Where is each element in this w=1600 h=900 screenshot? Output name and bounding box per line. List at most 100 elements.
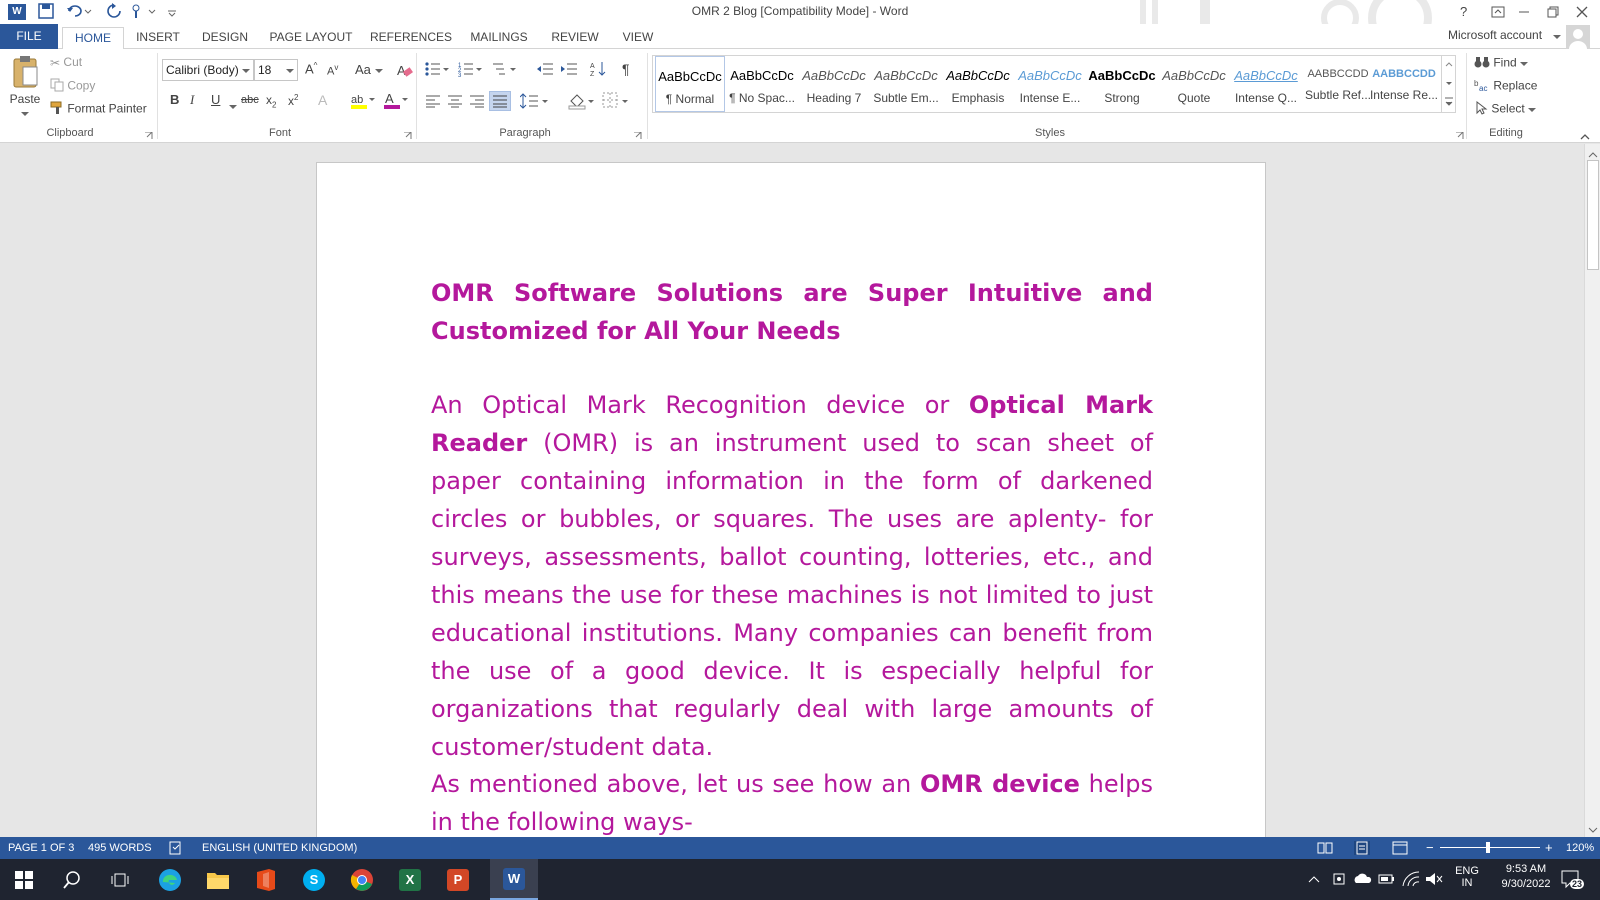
copy-button[interactable]: Copy bbox=[50, 78, 95, 95]
style-heading-7[interactable]: AaBbCcDc Heading 7 bbox=[799, 56, 869, 112]
increase-indent-icon[interactable] bbox=[560, 61, 578, 77]
style-intense-emphasis[interactable]: AaBbCcDc Intense E... bbox=[1015, 56, 1085, 112]
scroll-down-icon[interactable] bbox=[1588, 824, 1598, 838]
font-family-combo[interactable]: Calibri (Body) bbox=[162, 59, 254, 81]
style-strong[interactable]: AaBbCcDc Strong bbox=[1087, 56, 1157, 112]
taskbar-excel[interactable]: X bbox=[386, 859, 434, 900]
taskbar-chrome[interactable] bbox=[338, 859, 386, 900]
start-button[interactable] bbox=[0, 859, 48, 900]
notifications-button[interactable]: 23 bbox=[1560, 869, 1586, 891]
style-no-spacing[interactable]: AaBbCcDc ¶ No Spac... bbox=[727, 56, 797, 112]
close-icon[interactable] bbox=[1574, 4, 1590, 20]
decrease-indent-icon[interactable] bbox=[536, 61, 554, 77]
tab-mailings[interactable]: MAILINGS bbox=[466, 27, 532, 49]
font-launcher-icon[interactable] bbox=[404, 129, 412, 139]
vertical-scrollbar[interactable] bbox=[1584, 144, 1600, 837]
page-count[interactable]: PAGE 1 OF 3 bbox=[8, 842, 74, 854]
sort-icon[interactable]: AZ bbox=[590, 61, 608, 78]
read-mode-icon[interactable] bbox=[1317, 841, 1333, 855]
find-button[interactable]: Find bbox=[1474, 55, 1529, 72]
search-button[interactable] bbox=[48, 859, 96, 900]
document-page[interactable]: OMR Software Solutions are Super Intuiti… bbox=[316, 162, 1266, 837]
taskbar-skype[interactable]: S bbox=[290, 859, 338, 900]
align-center-icon[interactable] bbox=[447, 94, 463, 108]
cut-button[interactable]: ✂ Cut bbox=[50, 55, 82, 70]
style-intense-reference[interactable]: AABBCCDD Intense Re... bbox=[1369, 56, 1439, 112]
paragraph-launcher-icon[interactable] bbox=[634, 129, 642, 139]
align-right-icon[interactable] bbox=[469, 94, 485, 108]
style-normal[interactable]: AaBbCcDc ¶ Normal bbox=[655, 56, 725, 112]
style-subtle-reference[interactable]: AABBCCDD Subtle Ref... bbox=[1303, 56, 1373, 112]
show-formatting-marks-icon[interactable]: ¶ bbox=[622, 61, 636, 77]
styles-scroll[interactable] bbox=[1442, 55, 1456, 113]
font-size-combo[interactable]: 18 bbox=[254, 59, 298, 81]
paste-button[interactable]: Paste bbox=[8, 55, 42, 119]
borders-icon[interactable] bbox=[602, 92, 632, 110]
taskbar-office[interactable] bbox=[242, 859, 290, 900]
web-layout-icon[interactable] bbox=[1392, 841, 1408, 855]
account-dropdown-icon[interactable] bbox=[1553, 30, 1561, 39]
select-button[interactable]: Select bbox=[1474, 100, 1537, 118]
multilevel-list-icon[interactable] bbox=[492, 61, 518, 77]
wifi-icon[interactable] bbox=[1402, 871, 1420, 890]
clock[interactable]: 9:53 AM 9/30/2022 bbox=[1486, 863, 1566, 890]
show-hidden-icons[interactable] bbox=[1308, 873, 1320, 887]
taskbar-word[interactable]: W bbox=[490, 859, 538, 900]
tab-references[interactable]: REFERENCES bbox=[370, 27, 452, 49]
bold-button[interactable]: B bbox=[170, 92, 179, 107]
style-emphasis[interactable]: AaBbCcDc Emphasis bbox=[943, 56, 1013, 112]
underline-dropdown-icon[interactable] bbox=[229, 99, 237, 113]
replace-button[interactable]: b ac Replace bbox=[1474, 78, 1537, 95]
zoom-level[interactable]: 120% bbox=[1566, 842, 1594, 854]
style-intense-quote[interactable]: AaBbCcDc Intense Q... bbox=[1231, 56, 1301, 112]
zoom-in-icon[interactable]: + bbox=[1545, 840, 1553, 855]
format-painter-button[interactable]: Format Painter bbox=[50, 101, 147, 118]
clipboard-launcher-icon[interactable] bbox=[145, 129, 153, 139]
style-subtle-emphasis[interactable]: AaBbCcDc Subtle Em... bbox=[871, 56, 941, 112]
word-count[interactable]: 495 WORDS bbox=[88, 842, 152, 854]
print-layout-icon[interactable] bbox=[1354, 841, 1370, 855]
highlight-icon[interactable]: ab bbox=[351, 91, 377, 111]
task-view-button[interactable] bbox=[96, 859, 144, 900]
change-case-button[interactable]: Aa bbox=[355, 62, 383, 77]
proofing-icon[interactable] bbox=[169, 841, 183, 855]
underline-button[interactable]: U bbox=[211, 92, 220, 107]
tab-home[interactable]: HOME bbox=[62, 27, 124, 50]
justify-icon[interactable] bbox=[489, 91, 511, 111]
align-left-icon[interactable] bbox=[425, 94, 441, 108]
style-quote[interactable]: AaBbCcDc Quote bbox=[1159, 56, 1229, 112]
battery-icon[interactable] bbox=[1378, 872, 1396, 889]
tab-review[interactable]: REVIEW bbox=[548, 27, 602, 49]
collapse-ribbon-icon[interactable] bbox=[1580, 129, 1590, 140]
tab-page-layout[interactable]: PAGE LAYOUT bbox=[266, 27, 356, 49]
scroll-up-icon[interactable] bbox=[1588, 147, 1598, 161]
onedrive-icon[interactable] bbox=[1353, 871, 1373, 890]
numbering-icon[interactable]: 123 bbox=[458, 61, 484, 79]
avatar[interactable] bbox=[1566, 25, 1590, 49]
font-color-icon[interactable]: A bbox=[384, 91, 410, 111]
taskbar-powerpoint[interactable]: P bbox=[434, 859, 482, 900]
subscript-icon[interactable]: x2 bbox=[266, 93, 276, 109]
clear-formatting-icon[interactable]: A bbox=[397, 62, 413, 78]
zoom-slider[interactable] bbox=[1440, 847, 1540, 848]
bullets-icon[interactable] bbox=[425, 61, 451, 77]
superscript-icon[interactable]: x2 bbox=[288, 93, 298, 108]
scroll-thumb[interactable] bbox=[1587, 160, 1599, 270]
text-effects-icon[interactable]: A bbox=[318, 92, 327, 108]
account-button[interactable]: Microsoft account bbox=[1448, 28, 1542, 42]
ribbon-display-options-icon[interactable] bbox=[1490, 4, 1506, 20]
shrink-font-icon[interactable]: Av bbox=[327, 63, 338, 78]
restore-icon[interactable] bbox=[1545, 4, 1561, 20]
strikethrough-button[interactable]: abc bbox=[241, 94, 259, 106]
tab-file[interactable]: FILE bbox=[0, 24, 58, 49]
tab-design[interactable]: DESIGN bbox=[198, 27, 252, 49]
minimize-icon[interactable] bbox=[1516, 4, 1532, 20]
volume-muted-icon[interactable] bbox=[1425, 871, 1443, 890]
help-button[interactable]: ? bbox=[1460, 4, 1467, 19]
zoom-out-icon[interactable]: − bbox=[1426, 840, 1434, 855]
grow-font-icon[interactable]: A^ bbox=[305, 61, 317, 76]
meet-now-icon[interactable] bbox=[1332, 871, 1346, 890]
tab-insert[interactable]: INSERT bbox=[132, 27, 184, 49]
taskbar-file-explorer[interactable] bbox=[194, 859, 242, 900]
italic-button[interactable]: I bbox=[190, 92, 194, 108]
